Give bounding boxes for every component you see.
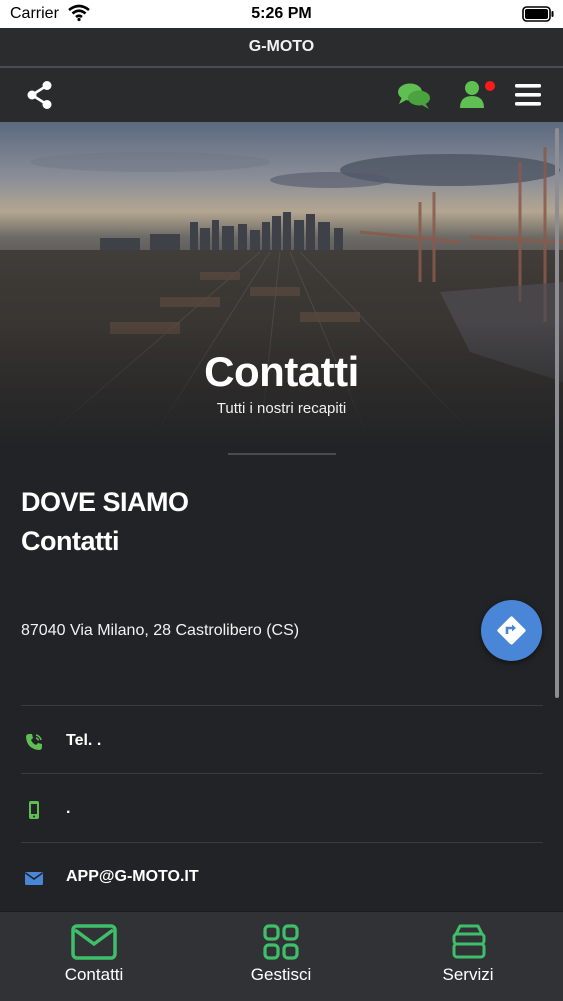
mail-icon [24, 868, 44, 893]
directions-button[interactable] [481, 600, 542, 661]
section-heading-dove-siamo: DOVE SIAMO [21, 487, 189, 517]
row-divider [21, 842, 543, 843]
section-heading-contatti: Contatti [21, 526, 119, 556]
page-title: Contatti [204, 348, 359, 395]
tab-bar: Contatti Gestisci Servizi [0, 911, 563, 1001]
user-icon[interactable] [459, 80, 499, 115]
mobile-icon [24, 800, 44, 825]
battery-icon [522, 6, 554, 27]
tab-label-servizi: Servizi [442, 965, 494, 984]
layers-icon [451, 924, 487, 965]
scrollbar[interactable] [555, 128, 559, 698]
row-divider [21, 773, 543, 774]
tab-label-contatti: Contatti [64, 965, 124, 984]
tab-label-gestisci: Gestisci [250, 965, 312, 984]
share-icon[interactable] [26, 80, 54, 115]
contact-mobile-text: . [66, 800, 71, 817]
contact-phone-text: Tel. . [66, 732, 102, 749]
clock: 5:26 PM [251, 5, 312, 22]
notification-dot [485, 81, 495, 91]
tab-contatti[interactable]: Contatti [24, 912, 164, 1001]
mail-icon [71, 924, 117, 965]
tab-servizi[interactable]: Servizi [398, 912, 538, 1001]
app-title: G-MOTO [0, 28, 563, 68]
contact-email-text: APP@G-MOTO.IT [66, 868, 199, 885]
grid-icon [263, 924, 299, 965]
contact-row-phone[interactable]: Tel. . [0, 722, 563, 762]
tab-gestisci[interactable]: Gestisci [211, 912, 351, 1001]
hero-banner: Contatti Tutti i nostri recapiti [0, 122, 563, 442]
contact-row-email[interactable]: APP@G-MOTO.IT [0, 858, 563, 898]
directions-icon [497, 616, 526, 645]
divider [228, 453, 336, 455]
hamburger-menu-icon[interactable] [515, 84, 541, 111]
address-text: 87040 Via Milano, 28 Castrolibero (CS) [21, 622, 300, 639]
row-divider [21, 705, 543, 706]
page-subtitle: Tutti i nostri recapiti [216, 400, 347, 417]
toolbar [0, 68, 563, 122]
chat-icon[interactable] [397, 82, 431, 115]
status-bar: Carrier 5:26 PM [0, 0, 563, 28]
phone-icon [24, 732, 44, 757]
contact-row-mobile[interactable]: . [0, 790, 563, 830]
